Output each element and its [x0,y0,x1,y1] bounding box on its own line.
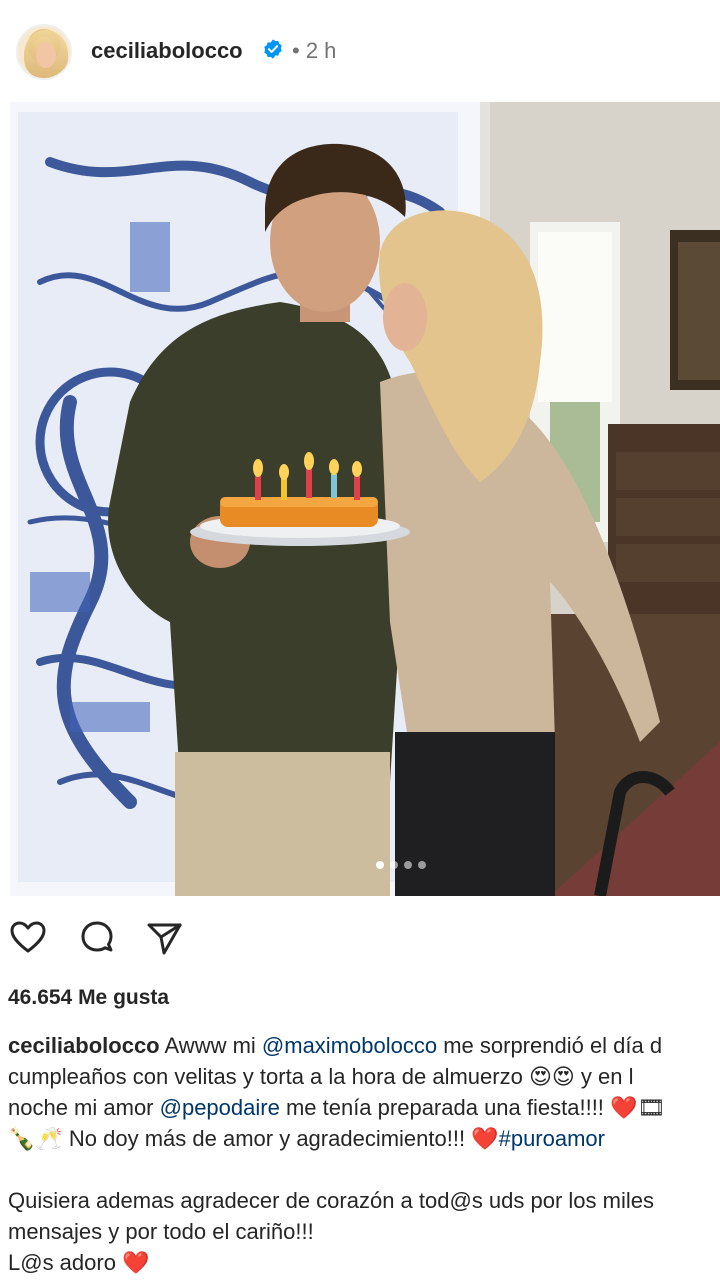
caption-username[interactable]: ceciliabolocco [8,1033,160,1058]
time-separator: • [292,38,300,63]
username[interactable]: ceciliabolocco [91,38,243,64]
caption-text-1b: me sorprendió el día d [437,1033,663,1058]
post-photo[interactable] [10,102,720,896]
post-caption: ceciliabolocco Awww mi @maximobolocco me… [8,1030,720,1278]
share-icon[interactable] [144,918,184,958]
post-header: ceciliabolocco • 2 h [0,0,720,100]
avatar[interactable] [16,24,72,80]
hashtag-puroamor[interactable]: #puroamor [499,1126,605,1151]
heart-icon[interactable] [8,918,48,958]
verified-badge-icon [264,39,282,59]
caption-text-3b: me tenía preparada una fiesta!!!! ❤️🎞 [279,1095,666,1120]
caption-line-7: L@s adoro ❤️ [8,1250,150,1275]
caption-line-4: 🍾🥂 No doy más de amor y agradecimiento!!… [8,1123,720,1154]
carousel-indicator [376,861,426,869]
carousel-dot-3[interactable] [404,861,412,869]
caption-line-5: Quisiera ademas agradecer de corazón a t… [8,1188,654,1213]
caption-line-3: noche mi amor @pepodaire me tenía prepar… [8,1092,720,1123]
time-value: 2 h [305,38,337,63]
caption-line-6: mensajes y por todo el cariño!!! [8,1219,314,1244]
caption-gap [8,1154,720,1185]
carousel-dot-4[interactable] [418,861,426,869]
action-bar [0,918,720,962]
mention-pepodaire[interactable]: @pepodaire [160,1095,280,1120]
carousel-dot-2[interactable] [390,861,398,869]
carousel-dot-1[interactable] [376,861,384,869]
caption-text-1a: Awww mi [159,1033,262,1058]
avatar-face [36,42,56,68]
comment-icon[interactable] [77,918,117,958]
caption-text-4a: 🍾🥂 No doy más de amor y agradecimiento!!… [8,1126,499,1151]
caption-text-3a: noche mi amor [8,1095,160,1120]
post-time: • 2 h [292,38,336,64]
caption-line-2: cumpleaños con velitas y torta a la hora… [8,1064,634,1089]
caption-line-1: ceciliabolocco Awww mi @maximobolocco me… [8,1030,720,1061]
mention-maximobolocco[interactable]: @maximobolocco [262,1033,437,1058]
photo-illustration [10,102,720,896]
likes-count[interactable]: 46.654 Me gusta [8,986,169,1010]
